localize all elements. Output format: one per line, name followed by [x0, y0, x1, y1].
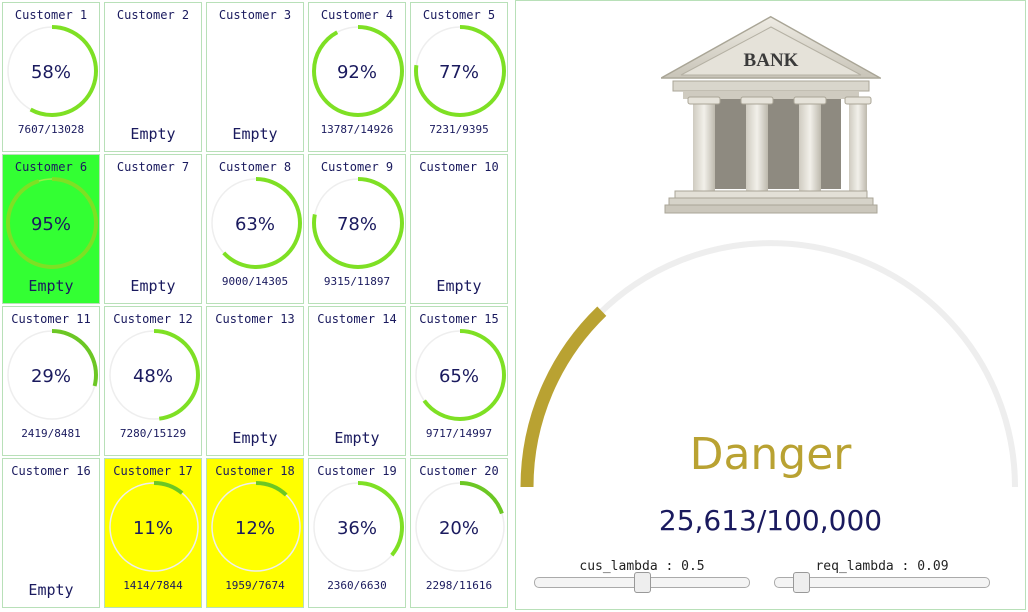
customer-card: Customer 6 95% Empty — [2, 154, 100, 304]
bank-building-icon: BANK — [661, 15, 881, 214]
customer-label: Customer 9 — [320, 160, 394, 174]
customer-card: Customer 5 77% 7231/9395 — [410, 2, 508, 152]
customer-label: Customer 7 — [116, 160, 190, 174]
customer-percent: 63% — [234, 214, 275, 235]
customer-count: 2419/8481 — [21, 427, 81, 440]
customer-empty-label: Empty — [232, 125, 278, 143]
customer-empty-label: Empty — [28, 581, 74, 599]
customer-percent: 36% — [336, 518, 377, 539]
cus-lambda-track[interactable] — [534, 572, 750, 593]
customer-label: Customer 3 — [218, 8, 292, 22]
customer-empty-label: Empty — [130, 125, 176, 143]
req-lambda-thumb[interactable] — [792, 572, 810, 593]
customer-card: Customer 1 58% 7607/13028 — [2, 2, 100, 152]
customer-label: Customer 8 — [218, 160, 292, 174]
customer-percent: 11% — [132, 518, 173, 539]
customer-card: Customer 2 Empty — [104, 2, 202, 152]
customer-empty-label: Empty — [130, 277, 176, 295]
customer-percent: 20% — [438, 518, 479, 539]
customer-card: Customer 20 20% 2298/11616 — [410, 458, 508, 608]
customer-card: Customer 11 29% 2419/8481 — [2, 306, 100, 456]
customer-card: Customer 13 Empty — [206, 306, 304, 456]
customer-count: 13787/14926 — [320, 123, 394, 136]
customer-label: Customer 1 — [14, 8, 88, 22]
customer-count: 1414/7844 — [123, 579, 183, 592]
customer-card: Customer 18 12% 1959/7674 — [206, 458, 304, 608]
customer-count: 7607/13028 — [17, 123, 85, 136]
cus-lambda-thumb[interactable] — [633, 572, 651, 593]
customer-label: Customer 17 — [113, 464, 193, 478]
customer-empty-label: Empty — [436, 277, 482, 295]
bank-panel: BANK Danger 25,613/100,000 cus_lambda : … — [515, 0, 1026, 610]
customer-label: Customer 20 — [419, 464, 499, 478]
customer-label: Customer 15 — [419, 312, 499, 326]
customer-percent: 95% — [30, 214, 71, 235]
customer-card: Customer 12 48% 7280/15129 — [104, 306, 202, 456]
customer-card: Customer 3 Empty — [206, 2, 304, 152]
customer-card: Customer 9 78% 9315/11897 — [308, 154, 406, 304]
customer-grid: Customer 1 58% 7607/13028 Customer 2 Empty Cu… — [0, 0, 512, 612]
customer-label: Customer 4 — [320, 8, 394, 22]
req-lambda-track[interactable] — [774, 572, 990, 593]
customer-count: 7280/15129 — [119, 427, 187, 440]
customer-label: Customer 12 — [113, 312, 193, 326]
customer-count: 2360/6630 — [327, 579, 387, 592]
bank-sign: BANK — [744, 50, 799, 71]
customer-label: Customer 16 — [11, 464, 91, 478]
customer-percent: 12% — [234, 518, 275, 539]
customer-label: Customer 18 — [215, 464, 295, 478]
customer-label: Customer 5 — [422, 8, 496, 22]
customer-card: Customer 10 Empty — [410, 154, 508, 304]
customer-label: Customer 2 — [116, 8, 190, 22]
customer-percent: 65% — [438, 366, 479, 387]
customer-percent: 78% — [336, 214, 377, 235]
customer-count: 7231/9395 — [429, 123, 489, 136]
customer-card: Customer 4 92% 13787/14926 — [308, 2, 406, 152]
customer-label: Customer 14 — [317, 312, 397, 326]
bank-status: Danger — [689, 429, 852, 480]
customer-count: 9000/14305 — [221, 275, 289, 288]
customer-card: Customer 8 63% 9000/14305 — [206, 154, 304, 304]
req-lambda-slider[interactable]: req_lambda : 0.09 — [774, 559, 990, 593]
customer-label: Customer 19 — [317, 464, 397, 478]
customer-card: Customer 19 36% 2360/6630 — [308, 458, 406, 608]
customer-label: Customer 11 — [11, 312, 91, 326]
customer-label: Customer 10 — [419, 160, 499, 174]
customer-percent: 58% — [30, 62, 71, 83]
customer-percent: 77% — [438, 62, 479, 83]
customer-empty-label: Empty — [334, 429, 380, 447]
customer-card: Customer 14 Empty — [308, 306, 406, 456]
customer-card: Customer 7 Empty — [104, 154, 202, 304]
customer-card: Customer 16 Empty — [2, 458, 100, 608]
customer-card: Customer 15 65% 9717/14997 — [410, 306, 508, 456]
customer-count: 9717/14997 — [425, 427, 493, 440]
customer-percent: 29% — [30, 366, 71, 387]
customer-count: 1959/7674 — [225, 579, 285, 592]
customer-percent: 48% — [132, 366, 173, 387]
customer-card: Customer 17 11% 1414/7844 — [104, 458, 202, 608]
customer-empty-label: Empty — [232, 429, 278, 447]
customer-empty-label: Empty — [28, 277, 74, 295]
customer-count: 2298/11616 — [425, 579, 493, 592]
customer-label: Customer 13 — [215, 312, 295, 326]
bank-total: 25,613/100,000 — [658, 504, 883, 537]
customer-label: Customer 6 — [14, 160, 88, 174]
cus-lambda-slider[interactable]: cus_lambda : 0.5 — [534, 559, 750, 593]
customer-count: 9315/11897 — [323, 275, 391, 288]
customer-percent: 92% — [336, 62, 377, 83]
